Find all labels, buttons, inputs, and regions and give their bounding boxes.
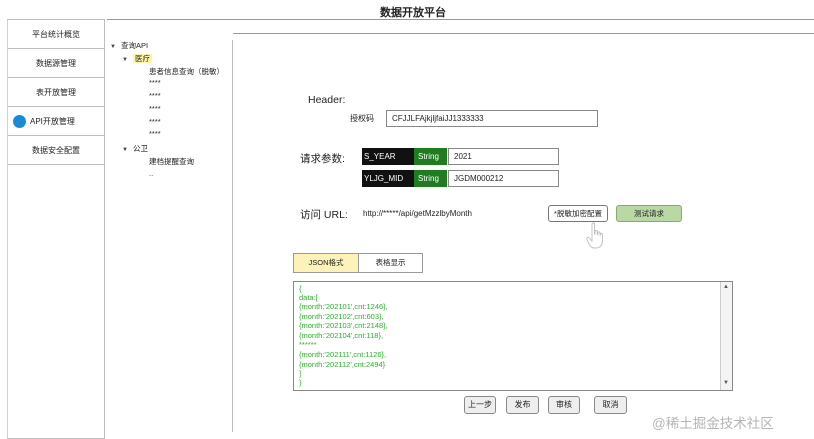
sidebar-item-label: 平台统计概览 bbox=[32, 29, 80, 39]
tab-table[interactable]: 表格显示 bbox=[358, 253, 423, 273]
tree-node-police[interactable]: ▼ 公卫 bbox=[122, 143, 148, 154]
sidebar-item-label: API开放管理 bbox=[30, 116, 75, 126]
json-line: {month:'202102',cnt:603}, bbox=[299, 312, 384, 321]
app-root: 数据开放平台 平台统计概览 数据源管理 表开放管理 API开放管理 数据安全配置… bbox=[0, 0, 814, 439]
publish-button[interactable]: 发布 bbox=[506, 396, 539, 414]
header-section-label: Header: bbox=[308, 94, 346, 106]
page-title: 数据开放平台 bbox=[380, 7, 446, 19]
tab-json[interactable]: JSON格式 bbox=[293, 253, 359, 273]
watermark: @稀土掘金技术社区 bbox=[652, 416, 774, 431]
tree-node-medical[interactable]: ▼ 医疗 bbox=[122, 53, 152, 64]
sidebar-item-datasource[interactable]: 数据源管理 bbox=[8, 49, 104, 78]
tree-leaf[interactable]: .. bbox=[149, 169, 153, 178]
param-name: YLJG_MID bbox=[362, 170, 414, 187]
tree-node-label: 公卫 bbox=[132, 144, 148, 153]
tree-leaf[interactable]: 患者信息查询（脱敏） bbox=[149, 66, 224, 77]
scroll-up-icon[interactable]: ▲ bbox=[723, 284, 729, 290]
sidebar-item-label: 数据源管理 bbox=[36, 58, 76, 68]
api-tree: ▼ 查询API ▼ 医疗 患者信息查询（脱敏） **** **** **** ***… bbox=[109, 40, 233, 432]
json-line: {month:'202103',cnt:2148}, bbox=[299, 321, 388, 330]
caret-down-icon[interactable]: ▼ bbox=[122, 57, 128, 63]
param-name: S_YEAR bbox=[362, 148, 414, 165]
encryption-config-button[interactable]: *脱敏加密配置 bbox=[548, 205, 608, 222]
sidebar-nav: 平台统计概览 数据源管理 表开放管理 API开放管理 数据安全配置 bbox=[7, 19, 105, 439]
json-line: { bbox=[299, 284, 302, 293]
json-line: ] bbox=[299, 369, 302, 378]
caret-down-icon[interactable]: ▼ bbox=[122, 147, 128, 153]
tree-node-label: 医疗 bbox=[132, 54, 152, 63]
test-request-button[interactable]: 测试请求 bbox=[616, 205, 682, 222]
param-value-input[interactable]: JGDM000212 bbox=[448, 170, 559, 187]
tree-node-label: 查询API bbox=[120, 41, 149, 50]
scroll-down-icon[interactable]: ▼ bbox=[723, 380, 729, 386]
json-line: {month:'202112',cnt:2494} bbox=[299, 360, 386, 369]
tree-node-root[interactable]: ▼ 查询API bbox=[110, 40, 148, 51]
caret-down-icon[interactable]: ▼ bbox=[110, 44, 116, 50]
tree-leaf[interactable]: 建档提醒查询 bbox=[149, 156, 194, 167]
tree-leaf[interactable]: **** bbox=[149, 78, 161, 87]
json-line: data:[ bbox=[299, 293, 318, 302]
auth-code-label: 授权码 bbox=[350, 114, 374, 123]
url-label: 访问 URL: bbox=[300, 209, 348, 221]
json-line: } bbox=[299, 378, 302, 387]
scrollbar[interactable]: ▲ ▼ bbox=[720, 282, 732, 390]
sidebar-item-tables[interactable]: 表开放管理 bbox=[8, 78, 104, 107]
cancel-button[interactable]: 取消 bbox=[594, 396, 627, 414]
json-line: {month:'202104',cnt:118}, bbox=[299, 331, 384, 340]
json-line: {month:'202101',cnt:1246}, bbox=[299, 302, 388, 311]
tree-leaf[interactable]: **** bbox=[149, 91, 161, 100]
param-value-input[interactable]: 2021 bbox=[448, 148, 559, 165]
param-type: String bbox=[414, 148, 447, 165]
auth-code-input[interactable]: CFJJLFAjkjljfaiJJ1333333 bbox=[386, 110, 598, 127]
content-divider bbox=[233, 33, 814, 34]
request-params-label: 请求参数: bbox=[300, 153, 345, 165]
tree-leaf[interactable]: **** bbox=[149, 117, 161, 126]
review-button[interactable]: 审核 bbox=[548, 396, 580, 414]
circle-icon bbox=[13, 115, 26, 128]
sidebar-item-security[interactable]: 数据安全配置 bbox=[8, 136, 104, 165]
top-divider bbox=[107, 19, 814, 20]
tree-leaf[interactable]: **** bbox=[149, 104, 161, 113]
param-type: String bbox=[414, 170, 447, 187]
json-line: ****** bbox=[299, 340, 317, 349]
sidebar-item-label: 数据安全配置 bbox=[32, 145, 80, 155]
sidebar-item-api[interactable]: API开放管理 bbox=[8, 107, 104, 136]
hand-pointer-icon bbox=[586, 222, 603, 249]
json-line: {month:'202111',cnt:1126}, bbox=[299, 350, 387, 359]
tree-leaf[interactable]: **** bbox=[149, 129, 161, 138]
prev-step-button[interactable]: 上一步 bbox=[464, 396, 496, 414]
url-value: http://*****/api/getMzzlbyMonth bbox=[363, 209, 472, 218]
sidebar-item-overview[interactable]: 平台统计概览 bbox=[8, 20, 104, 49]
json-output[interactable]: { data:[ {month:'202101',cnt:1246}, {mon… bbox=[293, 281, 733, 391]
sidebar-item-label: 表开放管理 bbox=[36, 87, 76, 97]
